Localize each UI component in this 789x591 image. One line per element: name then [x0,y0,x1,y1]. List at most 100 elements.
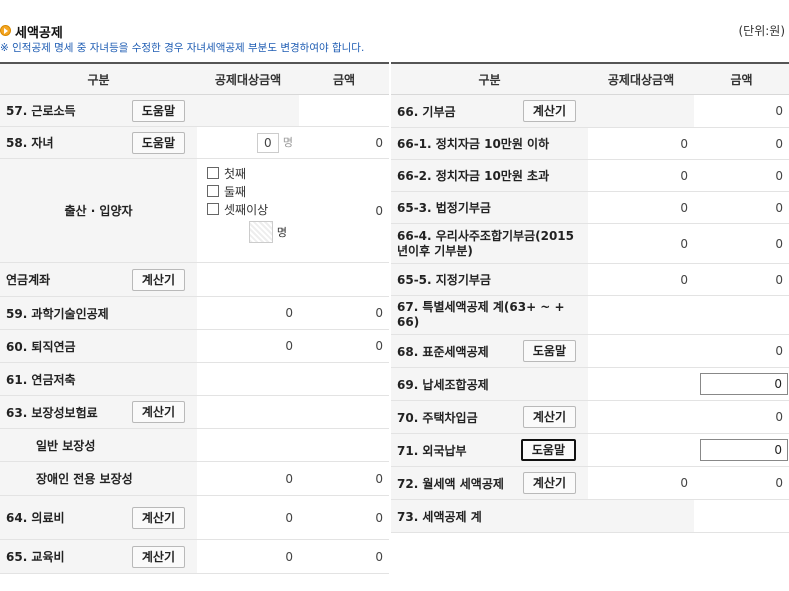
row-label: 출산 · 입양자 [0,158,197,263]
row-label: 67. 특별세액공제 계(63+ ~ + 66) [397,300,565,329]
amount-cell: 0 [299,158,389,263]
birth-count-input[interactable] [248,221,273,243]
row-66: 66. 기부금 계산기 0 [391,94,789,128]
row-61: 61. 연금저축 [0,362,389,396]
row-67: 67. 특별세액공제 계(63+ ~ + 66) [391,295,789,335]
row-label: 71. 외국납부 [397,443,467,458]
target-cell: 0 [588,159,694,192]
amount-cell: 0 [694,400,789,434]
calc-button-pension[interactable]: 계산기 [131,268,185,291]
target-cell: 0 [197,296,299,330]
amount-cell: 0 [299,461,389,496]
amount-cell: 0 [299,126,389,159]
foreign-tax-amount-input[interactable]: 0 [700,439,788,461]
row-65: 65. 교육비 계산기 0 0 [0,539,389,574]
right-credit-table: 구분 공제대상금액 금액 66. 기부금 계산기 0 66-1. 정치자금 10… [391,62,789,533]
row-label: 66-2. 정치자금 10만원 초과 [391,159,588,192]
row-label: 장애인 전용 보장성 [0,461,197,496]
unit-label: (단위:원) [738,24,785,38]
calc-button-65[interactable]: 계산기 [131,545,185,568]
tax-union-amount-input[interactable]: 0 [700,373,788,395]
row-65-3: 65-3. 법정기부금 0 0 [391,191,789,224]
row-69: 69. 납세조합공제 0 [391,367,789,401]
row-birth: 출산 · 입양자 첫째 둘째 셋째이상 명 0 [0,158,389,263]
row-disabled: 장애인 전용 보장성 0 0 [0,461,389,496]
count-unit: 명 [276,225,287,239]
row-label: 65-3. 법정기부금 [391,191,588,224]
target-cell: 0 [588,191,694,224]
calc-button-70[interactable]: 계산기 [522,406,576,428]
checkbox-second[interactable]: 둘째 [207,183,293,201]
calc-button-72[interactable]: 계산기 [522,472,576,494]
amount-cell: 0 [694,191,789,224]
col-category: 구분 [391,62,588,95]
amount-cell: 0 [694,94,789,128]
row-58: 58. 자녀 도움말 0명 0 [0,126,389,159]
row-70: 70. 주택차입금 계산기 0 [391,400,789,434]
target-cell: 0 [197,461,299,496]
row-label: 연금계좌 [6,273,51,287]
row-72: 72. 월세액 세액공제 계산기 0 0 [391,466,789,500]
target-cell: 0 [197,329,299,363]
row-label: 59. 과학기술인공제 [0,296,197,330]
col-target: 공제대상금액 [588,62,694,95]
table-header: 구분 공제대상금액 금액 [0,62,389,95]
table-header: 구분 공제대상금액 금액 [391,62,789,95]
section-header: 세액공제 (단위:원) ※ 인적공제 명세 중 자녀등을 수정한 경우 자녀세액… [0,0,789,60]
row-label: 66-4. 우리사주조합기부금(2015년이후 기부분) [397,228,575,258]
notice-text: ※ 인적공제 명세 중 자녀등을 수정한 경우 자녀세액공제 부분도 변경하여야… [0,42,365,54]
row-57: 57. 근로소득 도움말 [0,94,389,127]
row-label: 65. 교육비 [6,550,65,564]
help-button-71[interactable]: 도움말 [520,439,576,461]
row-66-1: 66-1. 정치자금 10만원 이하 0 0 [391,127,789,160]
target-cell: 0 [588,223,694,264]
target-cell: 0 [588,127,694,160]
row-68: 68. 표준세액공제 도움말 0 [391,334,789,368]
section-title: 세액공제 [15,26,63,41]
child-count-input[interactable]: 0 [256,132,279,153]
calc-button-63[interactable]: 계산기 [131,401,185,423]
row-63: 63. 보장성보험료 계산기 [0,395,389,429]
row-65-5: 65-5. 지정기부금 0 0 [391,263,789,296]
amount-cell: 0 [694,223,789,264]
row-label: 65-5. 지정기부금 [391,263,588,296]
amount-cell: 0 [299,329,389,363]
calc-button-66[interactable]: 계산기 [522,100,576,122]
row-label: 66-1. 정치자금 10만원 이하 [391,127,588,160]
row-label: 73. 세액공제 계 [391,499,588,533]
row-60: 60. 퇴직연금 0 0 [0,329,389,363]
row-label: 58. 자녀 [6,136,54,150]
row-label: 일반 보장성 [0,428,197,462]
help-button-57[interactable]: 도움말 [131,99,185,122]
row-label: 64. 의료비 [6,511,65,525]
amount-cell: 0 [299,296,389,330]
help-button-68[interactable]: 도움말 [522,340,576,362]
col-category: 구분 [0,62,197,95]
count-unit: 명 [282,136,293,149]
amount-cell: 0 [694,263,789,296]
row-59: 59. 과학기술인공제 0 0 [0,296,389,330]
col-amount: 금액 [299,62,389,95]
row-label: 63. 보장성보험료 [6,405,98,420]
row-label: 72. 월세액 세액공제 [397,476,504,491]
row-label: 70. 주택차입금 [397,410,478,425]
calc-button-64[interactable]: 계산기 [131,506,185,529]
amount-cell: 0 [694,127,789,160]
row-label: 57. 근로소득 [6,104,76,118]
row-pension: 연금계좌 계산기 [0,262,389,297]
checkbox-first[interactable]: 첫째 [207,165,293,183]
row-label: 60. 퇴직연금 [0,329,197,363]
target-cell: 0 [588,263,694,296]
help-button-58[interactable]: 도움말 [131,131,185,154]
amount-cell: 0 [299,495,389,540]
target-cell: 0 [197,539,299,574]
target-cell: 0 [197,495,299,540]
checkbox-third-plus[interactable]: 셋째이상 [207,201,293,219]
left-credit-table: 구분 공제대상금액 금액 57. 근로소득 도움말 58. 자녀 도움말 0명 … [0,62,389,574]
col-amount: 금액 [694,62,789,95]
amount-cell: 0 [299,539,389,574]
amount-cell: 0 [694,159,789,192]
row-66-4: 66-4. 우리사주조합기부금(2015년이후 기부분) 0 0 [391,223,789,264]
row-label: 66. 기부금 [397,104,456,119]
col-target: 공제대상금액 [197,62,299,95]
